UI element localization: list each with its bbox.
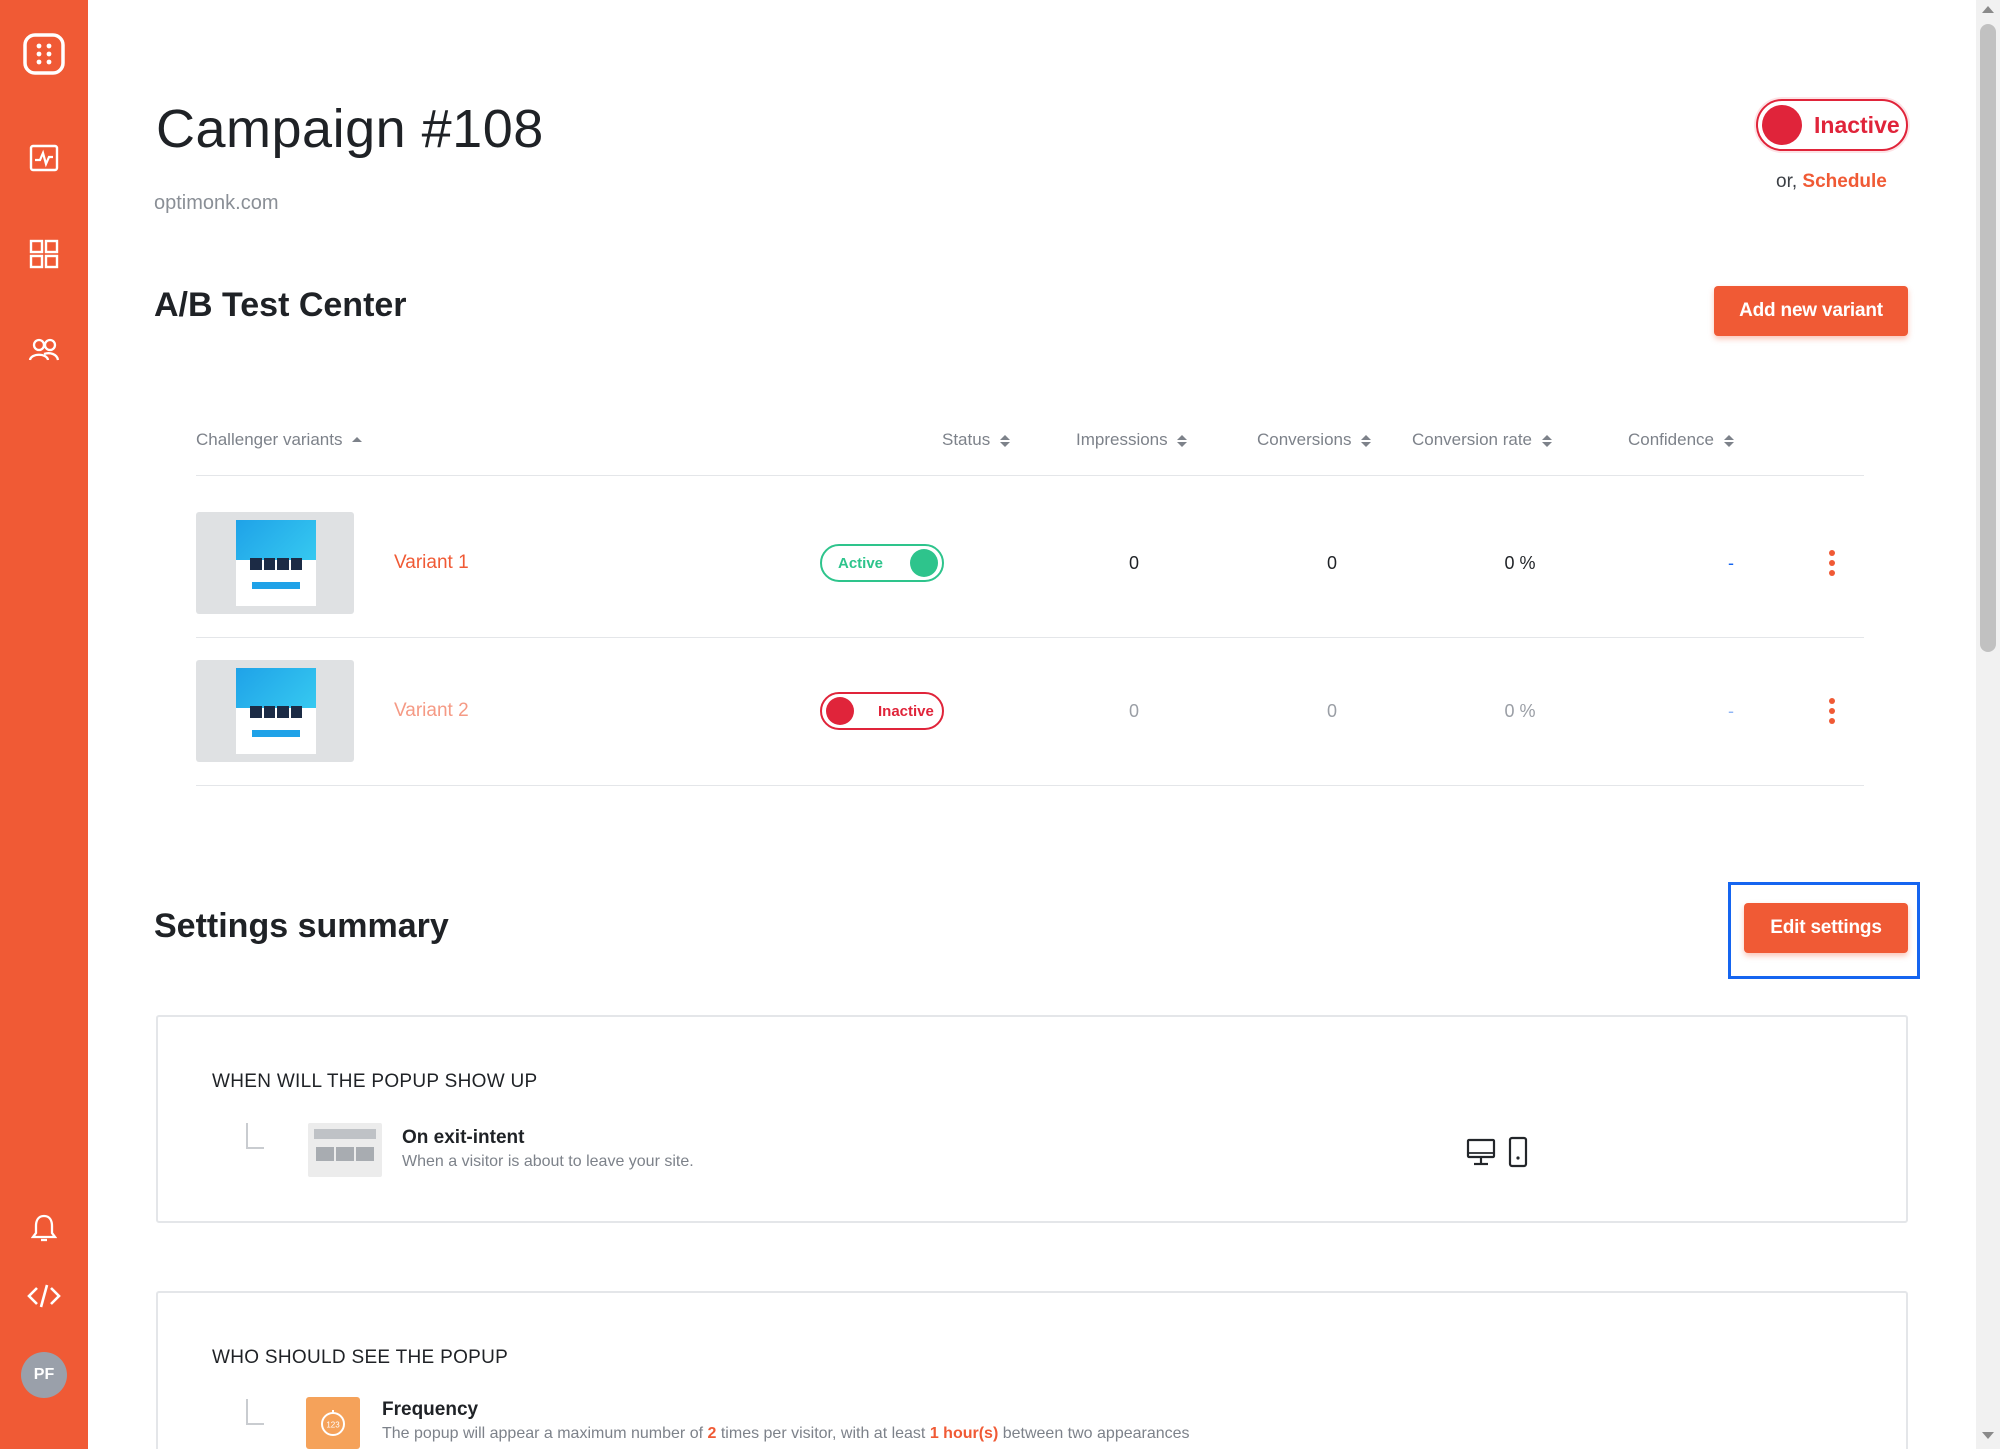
variant-2-conversions: 0 [1326,701,1338,721]
variant-thumbnail[interactable] [196,660,354,762]
desktop-icon [1466,1137,1496,1172]
tree-elbow [246,1399,264,1425]
column-header-impressions[interactable]: Impressions [1076,430,1188,450]
frequency-count: 2 [707,1425,717,1442]
variant-2-more-menu-icon[interactable] [1828,698,1836,724]
variant-1-confidence: - [1728,553,1734,573]
status-dot-icon [1762,105,1802,145]
sort-icon [999,434,1010,447]
avatar[interactable]: PF [21,1352,67,1398]
sort-icon [1177,434,1188,447]
sort-icon [1541,434,1552,447]
variant-2-status-toggle[interactable]: Inactive [820,692,944,730]
frequency-interval: 1 hour(s) [929,1425,999,1442]
sidebar: PF [0,0,88,1449]
code-icon[interactable] [22,1274,66,1318]
frequency-icon: 123 [306,1397,360,1449]
sort-icon [1723,434,1734,447]
mobile-icon [1508,1136,1528,1173]
toggle-knob [910,549,938,577]
variant-1-conversions: 0 [1326,553,1338,573]
column-header-conversion-rate[interactable]: Conversion rate [1412,430,1552,450]
variant-1-impressions: 0 [1128,553,1140,573]
dashboard-grid-icon[interactable] [22,232,66,276]
ab-test-title: A/B Test Center [154,286,407,324]
table-divider [196,785,1864,786]
settings-summary-title: Settings summary [154,907,449,945]
variant-1-conversion-rate: 0 % [1504,553,1536,573]
schedule-line: or, Schedule [1776,171,1887,193]
analytics-icon[interactable] [22,136,66,180]
scrollbar[interactable] [1976,0,2000,1449]
variant-2-impressions: 0 [1128,701,1140,721]
exit-intent-rule-name: On exit-intent [402,1127,525,1148]
variant-2-conversion-rate: 0 % [1504,701,1536,721]
table-divider [196,637,1864,638]
edit-settings-button[interactable]: Edit settings [1744,903,1908,953]
who-section-title: WHO SHOULD SEE THE POPUP [212,1347,509,1368]
frequency-rule-name: Frequency [382,1399,479,1420]
schedule-link[interactable]: Schedule [1802,171,1886,192]
column-header-confidence[interactable]: Confidence [1628,430,1734,450]
bell-icon[interactable] [22,1206,66,1250]
logo-icon[interactable] [22,32,66,76]
svg-text:123: 123 [326,1421,340,1430]
variant-1-more-menu-icon[interactable] [1828,550,1836,576]
variant-1-link[interactable]: Variant 1 [394,552,469,574]
campaign-domain: optimonk.com [154,192,279,214]
scroll-thumb[interactable] [1980,24,1996,652]
frequency-rule-desc: The popup will appear a maximum number o… [382,1425,1190,1442]
tree-elbow [246,1123,264,1149]
schedule-prefix: or, [1776,171,1798,192]
exit-intent-thumbnail [308,1123,382,1177]
when-section-title: WHEN WILL THE POPUP SHOW UP [212,1071,538,1092]
exit-intent-rule-desc: When a visitor is about to leave your si… [402,1153,694,1170]
campaign-status-label: Inactive [1814,111,1900,138]
page-title: Campaign #108 [156,99,544,159]
table-divider [196,475,1864,476]
sort-asc-icon [352,437,363,444]
when-settings-box: WHEN WILL THE POPUP SHOW UP On exit-inte… [156,1015,1908,1223]
scroll-down-arrow-icon[interactable] [1982,1432,1994,1439]
campaign-status-toggle[interactable]: Inactive [1756,99,1908,151]
users-icon[interactable] [22,328,66,372]
variant-2-confidence: - [1728,701,1734,721]
toggle-knob [826,697,854,725]
scroll-up-arrow-icon[interactable] [1982,6,1994,13]
column-header-status[interactable]: Status [942,430,1010,450]
variant-2-link[interactable]: Variant 2 [394,700,469,722]
who-settings-box: WHO SHOULD SEE THE POPUP 123 Frequency T… [156,1291,1908,1449]
column-header-challenger-variants[interactable]: Challenger variants [196,430,363,450]
column-header-conversions[interactable]: Conversions [1257,430,1372,450]
variant-1-status-toggle[interactable]: Active [820,544,944,582]
variant-thumbnail[interactable] [196,512,354,614]
sort-icon [1361,434,1372,447]
add-new-variant-button[interactable]: Add new variant [1714,286,1908,336]
